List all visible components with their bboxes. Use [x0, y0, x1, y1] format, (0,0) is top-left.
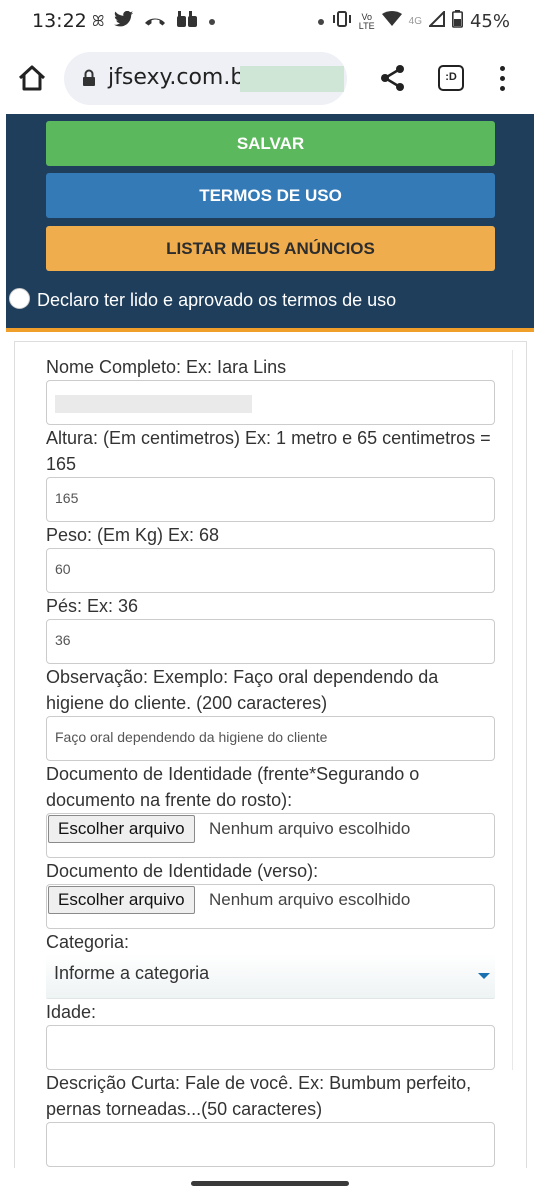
weight-label: Peso: (Em Kg) Ex: 68	[46, 525, 220, 545]
signal-icon	[427, 9, 445, 33]
feet-label: Pés: Ex: 36	[46, 596, 139, 616]
weight-value: 60	[55, 561, 71, 577]
terms-radio[interactable]	[9, 288, 30, 309]
redacted-name	[55, 395, 252, 413]
missed-call-icon	[144, 12, 166, 32]
notification-icon: ꕤ	[92, 13, 105, 30]
lock-icon	[82, 69, 96, 87]
save-button[interactable]: SALVAR	[46, 121, 495, 166]
file-status: Nenhum arquivo escolhido	[209, 819, 411, 838]
short-desc-input[interactable]	[46, 1122, 495, 1167]
category-select[interactable]: Informe a categoria	[46, 954, 495, 999]
feet-value: 36	[55, 632, 71, 648]
redacted-url	[240, 66, 344, 92]
volte-icon: Vo LTE	[358, 12, 375, 31]
terms-button[interactable]: TERMOS DE USO	[46, 173, 495, 218]
choose-file-button[interactable]: Escolher arquivo	[48, 886, 195, 914]
terms-agreement-label: Declaro ter lido e aprovado os termos de…	[37, 290, 397, 310]
age-input[interactable]	[46, 1025, 495, 1070]
doc-back-label: Documento de Identidade (verso):	[46, 861, 319, 881]
chevron-down-icon	[478, 973, 490, 979]
name-input[interactable]	[46, 380, 495, 425]
address-bar[interactable]: jfsexy.com.br/	[64, 52, 347, 105]
share-icon[interactable]	[380, 64, 406, 92]
status-left-icons: ꕤ	[92, 10, 216, 34]
height-label: Altura: (Em centimetros) Ex: 1 metro e 6…	[46, 428, 491, 474]
doc-back-file[interactable]: Escolher arquivo Nenhum arquivo escolhid…	[46, 884, 495, 929]
wifi-icon	[381, 11, 402, 33]
action-panel: SALVAR TERMOS DE USO LISTAR MEUS ANÚNCIO…	[6, 114, 534, 330]
vibrate-icon	[332, 11, 352, 33]
doc-front-label: Documento de Identidade (frente*Segurand…	[46, 764, 420, 810]
choose-file-button[interactable]: Escolher arquivo	[48, 815, 195, 843]
observation-input[interactable]: Faço oral dependendo da higiene do clien…	[46, 716, 495, 761]
quote-icon	[176, 10, 198, 34]
observation-value: Faço oral dependendo da higiene do clien…	[55, 729, 328, 745]
short-desc-label: Descrição Curta: Fale de você. Ex: Bumbu…	[46, 1073, 472, 1119]
file-status: Nenhum arquivo escolhido	[209, 890, 411, 909]
status-bar: 13:22 ꕤ Vo LTE 4G 45%	[0, 0, 540, 42]
age-label: Idade:	[46, 1002, 97, 1022]
home-gesture-handle[interactable]	[191, 1181, 349, 1186]
battery-icon	[451, 10, 463, 34]
overflow-menu-icon[interactable]	[496, 64, 508, 92]
terms-agreement[interactable]: Declaro ter lido e aprovado os termos de…	[6, 286, 534, 316]
doc-front-file[interactable]: Escolher arquivo Nenhum arquivo escolhid…	[46, 813, 495, 858]
network-type: 4G	[408, 16, 422, 27]
name-label: Nome Completo: Ex: Iara Lins	[46, 357, 287, 377]
height-input[interactable]: 165	[46, 477, 495, 522]
tabs-button[interactable]: :D	[438, 65, 464, 91]
dot-icon	[317, 12, 325, 32]
height-value: 165	[55, 490, 79, 506]
list-ads-button[interactable]: LISTAR MEUS ANÚNCIOS	[46, 226, 495, 271]
home-icon[interactable]	[14, 60, 50, 96]
battery-percent: 45%	[469, 11, 510, 32]
twitter-icon	[114, 10, 134, 34]
observation-label: Observação: Exemplo: Faço oral dependend…	[46, 667, 439, 713]
category-label: Categoria:	[46, 932, 130, 952]
url-text: jfsexy.com.br/	[108, 65, 261, 90]
dot-icon	[208, 12, 216, 32]
browser-toolbar: jfsexy.com.br/ :D	[0, 42, 540, 114]
status-right-icons: Vo LTE 4G 45%	[317, 9, 510, 34]
form-divider	[512, 350, 513, 1070]
panel-accent-border	[6, 328, 534, 332]
weight-input[interactable]: 60	[46, 548, 495, 593]
gesture-nav-bar	[0, 1168, 540, 1200]
feet-input[interactable]: 36	[46, 619, 495, 664]
category-selected: Informe a categoria	[54, 963, 210, 983]
status-time: 13:22	[32, 10, 87, 32]
